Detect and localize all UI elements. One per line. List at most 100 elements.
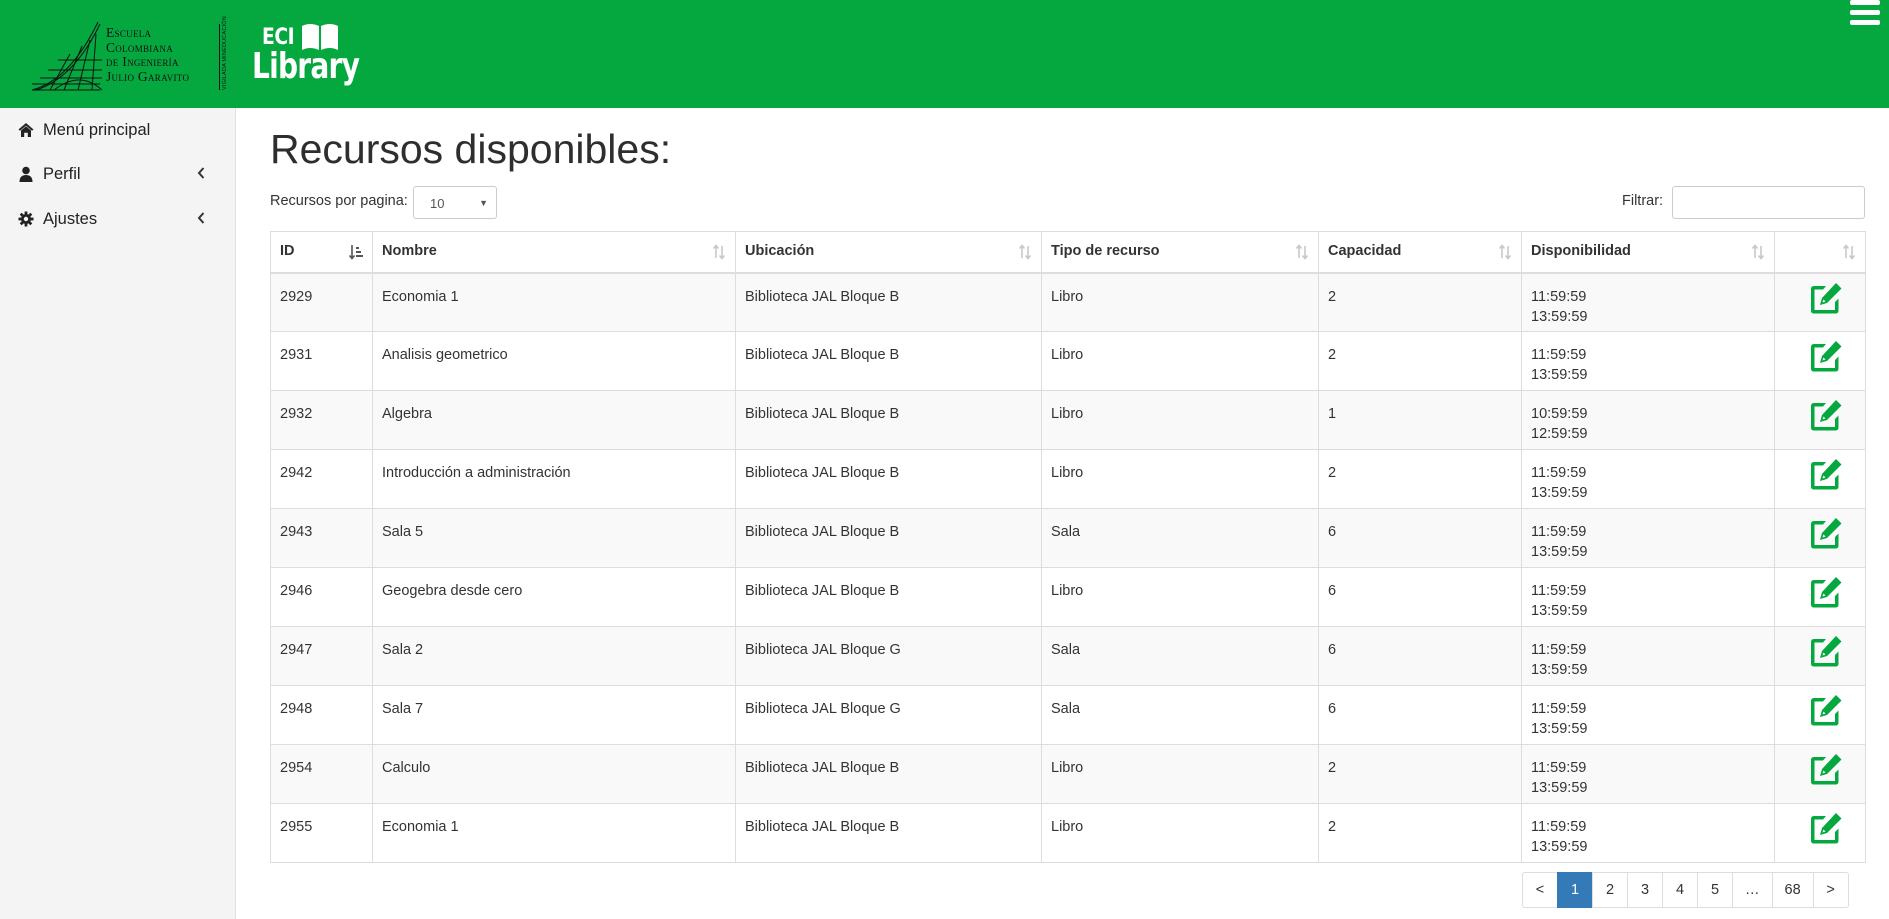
sidebar-item-perfil[interactable]: Perfil xyxy=(0,156,235,192)
cell-disponibilidad: 10:59:59 12:59:59 xyxy=(1521,390,1775,450)
app-header: Escuela Colombiana de Ingeniería Julio G… xyxy=(0,0,1889,108)
column-header-tipo[interactable]: Tipo de recurso xyxy=(1041,231,1319,274)
disp-end: 13:59:59 xyxy=(1531,780,1588,796)
sidebar-item-label: Menú principal xyxy=(43,121,151,139)
column-header-id[interactable]: ID xyxy=(270,231,373,274)
column-header-nombre[interactable]: Nombre xyxy=(372,231,736,274)
edit-icon[interactable] xyxy=(1808,339,1844,373)
disp-end: 13:59:59 xyxy=(1531,485,1588,501)
edit-icon[interactable] xyxy=(1808,752,1844,786)
cell-nombre: Calculo xyxy=(372,744,736,804)
gear-icon xyxy=(18,211,34,227)
per-page-select[interactable]: 10 ▼ xyxy=(413,186,497,219)
cell-tipo: Sala xyxy=(1041,508,1319,568)
edit-icon[interactable] xyxy=(1808,811,1844,845)
table-row: 2955 Economia 1 Biblioteca JAL Bloque B … xyxy=(270,803,1866,863)
resources-table: ID Nombre Ubicación Tipo de recurso Capa… xyxy=(270,231,1866,863)
pagination-page-last[interactable]: 68 xyxy=(1771,872,1814,908)
sort-icon xyxy=(1751,244,1765,260)
disp-end: 13:59:59 xyxy=(1531,721,1588,737)
disp-end: 13:59:59 xyxy=(1531,308,1588,325)
vigilada-text: VIGILADA MINEDUCACIÓN xyxy=(222,16,228,90)
cell-tipo: Sala xyxy=(1041,685,1319,745)
edit-icon[interactable] xyxy=(1808,693,1844,727)
app-name-big: Library xyxy=(252,46,360,87)
cell-ubicacion: Biblioteca JAL Bloque B xyxy=(735,803,1042,863)
edit-icon[interactable] xyxy=(1808,398,1844,432)
cell-disponibilidad: 11:59:59 13:59:59 xyxy=(1521,567,1775,627)
hamburger-bar xyxy=(1850,20,1880,25)
cell-disponibilidad: 11:59:59 13:59:59 xyxy=(1521,331,1775,391)
pagination-page-4[interactable]: 4 xyxy=(1662,872,1698,908)
per-page-value: 10 xyxy=(430,196,445,211)
hamburger-bar xyxy=(1850,0,1880,5)
caret-down-icon: ▼ xyxy=(479,198,488,208)
edit-icon[interactable] xyxy=(1808,281,1844,315)
cell-nombre: Economia 1 xyxy=(372,803,736,863)
cell-tipo: Libro xyxy=(1041,331,1319,391)
table-row: 2948 Sala 7 Biblioteca JAL Bloque G Sala… xyxy=(270,685,1866,745)
cell-capacidad: 6 xyxy=(1318,685,1522,745)
disp-start: 11:59:59 xyxy=(1531,583,1587,599)
disp-start: 11:59:59 xyxy=(1531,642,1587,658)
cell-id: 2942 xyxy=(270,449,373,509)
column-header-disponibilidad[interactable]: Disponibilidad xyxy=(1521,231,1775,274)
cell-ubicacion: Biblioteca JAL Bloque B xyxy=(735,567,1042,627)
cell-tipo: Libro xyxy=(1041,272,1319,332)
cell-actions xyxy=(1774,744,1866,804)
sort-icon xyxy=(1842,244,1856,260)
edit-icon[interactable] xyxy=(1808,575,1844,609)
cell-actions xyxy=(1774,272,1866,332)
pagination-page-2[interactable]: 2 xyxy=(1592,872,1628,908)
pagination-page-1[interactable]: 1 xyxy=(1557,872,1593,908)
edit-icon[interactable] xyxy=(1808,457,1844,491)
column-header-ubicacion[interactable]: Ubicación xyxy=(735,231,1042,274)
sidebar-item-label: Perfil xyxy=(43,165,81,183)
hamburger-menu-button[interactable] xyxy=(1850,0,1882,28)
cell-capacidad: 2 xyxy=(1318,744,1522,804)
pagination: < 1 2 3 4 5 … 68 > xyxy=(1522,872,1849,908)
table-row: 2943 Sala 5 Biblioteca JAL Bloque B Sala… xyxy=(270,508,1866,568)
column-header-label: Tipo de recurso xyxy=(1051,243,1160,259)
cell-tipo: Libro xyxy=(1041,390,1319,450)
cell-disponibilidad: 11:59:59 13:59:59 xyxy=(1521,803,1775,863)
cell-id: 2954 xyxy=(270,744,373,804)
edit-icon[interactable] xyxy=(1808,634,1844,668)
cell-nombre: Introducción a administración xyxy=(372,449,736,509)
cell-actions xyxy=(1774,626,1866,686)
disp-start: 11:59:59 xyxy=(1531,465,1587,481)
disp-start: 11:59:59 xyxy=(1531,347,1587,363)
table-row: 2931 Analisis geometrico Biblioteca JAL … xyxy=(270,331,1866,391)
cell-nombre: Sala 2 xyxy=(372,626,736,686)
pagination-page-5[interactable]: 5 xyxy=(1697,872,1733,908)
column-header-actions[interactable] xyxy=(1774,231,1866,274)
cell-capacidad: 2 xyxy=(1318,803,1522,863)
pagination-next-button[interactable]: > xyxy=(1812,872,1849,908)
filter-input[interactable] xyxy=(1672,186,1865,219)
table-row: 2946 Geogebra desde cero Biblioteca JAL … xyxy=(270,567,1866,627)
pagination-page-3[interactable]: 3 xyxy=(1627,872,1663,908)
edit-icon[interactable] xyxy=(1808,516,1844,550)
sidebar-item-menu-principal[interactable]: Menú principal xyxy=(0,112,235,148)
sidebar-item-ajustes[interactable]: Ajustes xyxy=(0,201,235,237)
cell-disponibilidad: 11:59:59 13:59:59 xyxy=(1521,508,1775,568)
sort-asc-icon xyxy=(349,245,363,260)
column-header-label: Nombre xyxy=(382,243,437,259)
cell-capacidad: 2 xyxy=(1318,272,1522,332)
column-header-label: Disponibilidad xyxy=(1531,243,1631,259)
table-row: 2942 Introducción a administración Bibli… xyxy=(270,449,1866,509)
disp-start: 11:59:59 xyxy=(1531,288,1587,305)
cell-actions xyxy=(1774,567,1866,627)
cell-nombre: Sala 5 xyxy=(372,508,736,568)
column-header-capacidad[interactable]: Capacidad xyxy=(1318,231,1522,274)
cell-ubicacion: Biblioteca JAL Bloque B xyxy=(735,272,1042,332)
cell-capacidad: 6 xyxy=(1318,508,1522,568)
hamburger-bar xyxy=(1850,10,1880,15)
cell-actions xyxy=(1774,508,1866,568)
table-row: 2932 Algebra Biblioteca JAL Bloque B Lib… xyxy=(270,390,1866,450)
pagination-prev-button[interactable]: < xyxy=(1522,872,1558,908)
column-header-label: Ubicación xyxy=(745,243,815,259)
sidebar: Menú principal Perfil Ajustes xyxy=(0,108,236,919)
disp-end: 13:59:59 xyxy=(1531,839,1588,855)
page-title: Recursos disponibles: xyxy=(270,126,672,172)
